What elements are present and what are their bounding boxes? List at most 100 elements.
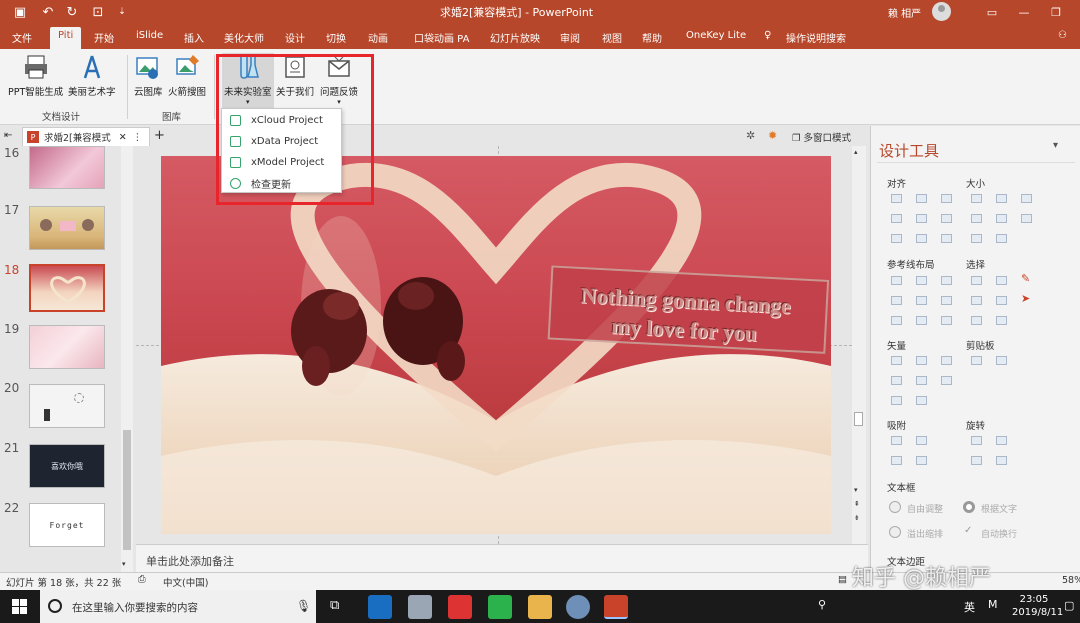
- select-icon[interactable]: [971, 276, 982, 285]
- previous-slide-icon[interactable]: ⇞: [854, 500, 860, 508]
- text-outline-icon[interactable]: [891, 396, 902, 405]
- combine-icon[interactable]: [916, 356, 927, 365]
- guide-icon[interactable]: [891, 276, 902, 285]
- flip-icon[interactable]: [996, 456, 1007, 465]
- ime-indicator[interactable]: 英: [964, 599, 975, 615]
- guide-icon[interactable]: [916, 316, 927, 325]
- scroll-thumb[interactable]: [123, 430, 131, 550]
- pane-options-icon[interactable]: ▾: [1053, 140, 1058, 151]
- tab-transitions[interactable]: 切换: [326, 30, 346, 45]
- close-icon[interactable]: ✕: [119, 132, 127, 143]
- more-icon[interactable]: ⋮: [133, 132, 143, 143]
- select-icon[interactable]: [996, 296, 1007, 305]
- scroll-down-icon[interactable]: ▾: [122, 560, 126, 568]
- ribbon-display-icon[interactable]: ▭: [982, 2, 1002, 22]
- tab-file[interactable]: 文件: [12, 30, 32, 45]
- slideshow-from-start-icon[interactable]: ⊡: [88, 3, 108, 21]
- notes-toggle-icon[interactable]: ▤: [838, 574, 847, 585]
- avatar[interactable]: [932, 2, 951, 21]
- guide-icon[interactable]: [916, 276, 927, 285]
- magic-icon[interactable]: ✲: [746, 129, 755, 142]
- cursor-icon[interactable]: ➤: [1021, 292, 1030, 305]
- app-icon[interactable]: [566, 595, 590, 619]
- scroll-thumb[interactable]: [854, 412, 863, 426]
- tab-islide[interactable]: iSlide: [136, 30, 163, 41]
- tell-me-search[interactable]: 操作说明搜索: [786, 30, 846, 45]
- align-right-icon[interactable]: [941, 194, 952, 203]
- align-center-icon[interactable]: [916, 194, 927, 203]
- same-height-icon[interactable]: [996, 194, 1007, 203]
- save-icon[interactable]: ▣: [10, 3, 30, 21]
- notes-pane[interactable]: 单击此处添加备注: [136, 544, 868, 572]
- height-icon[interactable]: [996, 214, 1007, 223]
- fit-text-radio[interactable]: [963, 501, 975, 513]
- ppt-smart-generate-button[interactable]: PPT智能生成: [8, 53, 63, 98]
- snap-icon[interactable]: [916, 456, 927, 465]
- undo-icon[interactable]: ↶: [38, 3, 58, 21]
- slide-thumbnail[interactable]: [29, 325, 105, 369]
- rocket-search-button[interactable]: 火箭搜图: [168, 53, 206, 98]
- intersect-icon[interactable]: [891, 376, 902, 385]
- tab-view[interactable]: 视图: [602, 30, 622, 45]
- distribute-h-icon[interactable]: [891, 234, 902, 243]
- slide-thumbnail[interactable]: [29, 146, 105, 189]
- zoom-level[interactable]: 58%: [1062, 575, 1080, 586]
- tab-scroll-icon[interactable]: ⇤: [4, 130, 12, 141]
- guide-icon[interactable]: [891, 296, 902, 305]
- slide-thumbnail[interactable]: Forget: [29, 503, 105, 547]
- tab-animations[interactable]: 动画: [368, 30, 388, 45]
- restore-icon[interactable]: ❐: [1046, 2, 1066, 22]
- notification-icon[interactable]: ▢: [1064, 599, 1074, 612]
- tab-review[interactable]: 审阅: [560, 30, 580, 45]
- select-icon[interactable]: [971, 316, 982, 325]
- snap-icon[interactable]: [916, 436, 927, 445]
- gear-icon[interactable]: ✹: [768, 129, 777, 142]
- task-view-icon[interactable]: ⧉: [330, 598, 339, 613]
- rotate-icon[interactable]: [971, 436, 982, 445]
- select-icon[interactable]: [996, 276, 1007, 285]
- guide-icon[interactable]: [891, 316, 902, 325]
- edit-points-icon[interactable]: [941, 376, 952, 385]
- minimize-icon[interactable]: —: [1014, 2, 1034, 22]
- select-icon[interactable]: [971, 296, 982, 305]
- guide-icon[interactable]: [941, 316, 952, 325]
- tab-insert[interactable]: 插入: [184, 30, 204, 45]
- scroll-down-icon[interactable]: ▾: [854, 486, 858, 494]
- rotate-icon[interactable]: [996, 436, 1007, 445]
- snap-icon[interactable]: [891, 436, 902, 445]
- ime-mode-icon[interactable]: M: [988, 598, 998, 611]
- redo-icon[interactable]: ↻: [62, 3, 82, 21]
- tab-beautify[interactable]: 美化大师: [224, 30, 264, 45]
- tab-piti[interactable]: Piti: [50, 27, 82, 49]
- width-icon[interactable]: [971, 214, 982, 223]
- slide-scrollbar[interactable]: ▴ ▾ ⇞ ⇟: [852, 146, 866, 544]
- tab-slideshow[interactable]: 幻灯片放映: [490, 30, 540, 45]
- ie-icon[interactable]: [368, 595, 392, 619]
- tab-help[interactable]: 帮助: [642, 30, 662, 45]
- tab-pocket-animation[interactable]: 口袋动画 PA: [414, 30, 469, 45]
- guide-icon[interactable]: [916, 296, 927, 305]
- paste-icon[interactable]: [996, 356, 1007, 365]
- overflow-shrink-radio[interactable]: [889, 526, 901, 538]
- multi-window-button[interactable]: ❐ 多窗口模式: [792, 130, 851, 144]
- thumbnail-scrollbar[interactable]: ▾: [121, 146, 133, 572]
- taskbar-search-box[interactable]: 在这里输入你要搜索的内容 🎙: [40, 590, 316, 623]
- stretch-icon[interactable]: [971, 234, 982, 243]
- scroll-up-icon[interactable]: ▴: [854, 148, 858, 156]
- clock[interactable]: 23:05 2019/8/11: [1012, 593, 1063, 619]
- qq-icon[interactable]: [448, 595, 472, 619]
- art-text-button[interactable]: 美丽艺术字: [68, 53, 116, 98]
- spell-check-icon[interactable]: ⎙: [138, 574, 146, 585]
- auto-adjust-radio[interactable]: [889, 501, 901, 513]
- app-icon[interactable]: [408, 595, 432, 619]
- select-icon[interactable]: [996, 316, 1007, 325]
- flip-icon[interactable]: [971, 456, 982, 465]
- add-tab-button[interactable]: +: [154, 128, 165, 143]
- align-bottom-icon[interactable]: [941, 214, 952, 223]
- cloud-gallery-button[interactable]: 云图库: [134, 53, 163, 98]
- tab-home[interactable]: 开始: [94, 30, 114, 45]
- align-top-icon[interactable]: [891, 214, 902, 223]
- document-tab[interactable]: P 求婚2[兼容模式 ✕ ⋮: [22, 127, 150, 146]
- align-left-icon[interactable]: [891, 194, 902, 203]
- distribute-v-icon[interactable]: [916, 234, 927, 243]
